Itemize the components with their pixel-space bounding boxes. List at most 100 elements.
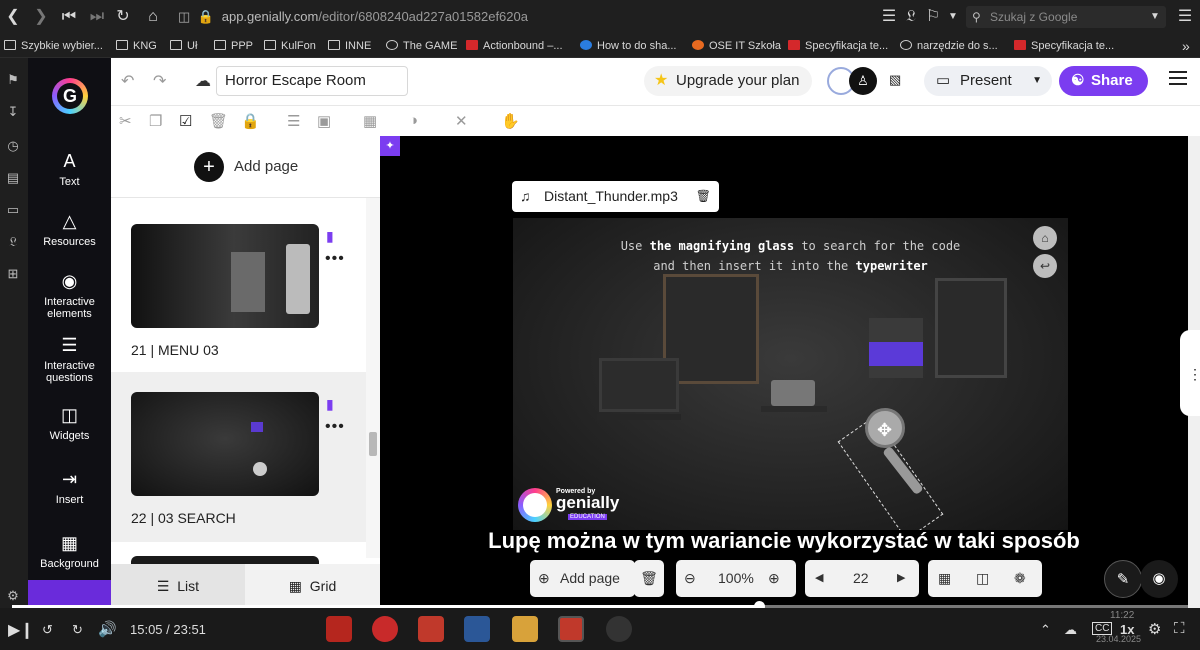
zoom-out-icon[interactable]: ⊖ [684,560,696,597]
sidebar-item-background[interactable]: ▦ Background [28,532,111,570]
bookmark-panel-icon[interactable]: ⚑ [5,72,21,88]
forward-10-icon[interactable]: ↻ [72,622,83,638]
grid-guides-icon[interactable]: ▦ [938,560,951,597]
filter-icon[interactable]: ◑ [409,112,418,129]
trash-icon[interactable]: 🗑 [696,181,711,212]
delete-page-button[interactable]: 🗑 [634,560,664,597]
obs-app-icon[interactable] [606,616,632,642]
address-bar[interactable]: ◫ 🔒 app.genially.com/editor/6808240ad227… [178,6,958,28]
media-app-icon[interactable] [372,616,398,642]
typewriter[interactable] [771,380,815,406]
palette-icon[interactable]: ❁ [1014,560,1026,597]
paste-icon[interactable]: ☑ [179,112,192,130]
bookmark-item[interactable]: How to do sha... [580,37,677,55]
next-page-icon[interactable]: ▶ [897,560,905,597]
dropdown-icon[interactable]: ▼ [942,6,964,28]
skip-back-icon[interactable]: ⏮ [58,6,80,28]
lock-icon[interactable]: 🔒 [241,112,260,130]
download-icon[interactable]: ↧ [5,104,21,120]
word-app-icon[interactable] [464,616,490,642]
bookmark-item[interactable]: PPP [214,37,253,55]
exit-icon[interactable]: ↩ [1033,254,1057,278]
columns-icon[interactable]: ◫ [976,560,989,597]
bookmark-item[interactable]: Specyfikacja te... [788,37,888,55]
sidebar-item-interactive-questions[interactable]: ☰ Interactive questions [28,334,111,384]
bookmark-item[interactable]: OSE IT Szkoła [692,37,781,55]
forward-icon[interactable]: ❯ [30,6,52,28]
search-input[interactable]: ⚲ Szukaj z Google [966,6,1166,28]
hand-icon[interactable]: ✋ [501,112,520,130]
side-panel-handle[interactable]: ⋮ [1180,330,1200,416]
eyedropper-icon[interactable]: ✕ [455,112,468,130]
home-icon[interactable]: ⌂ [142,6,164,28]
playback-speed[interactable]: 1x [1120,622,1134,637]
menu-icon[interactable]: ☰ [1174,6,1196,28]
bookmark-item[interactable]: The GAME [386,37,457,55]
page-item[interactable]: ▮ ••• 21 | MENU 03 [111,198,367,372]
grid-view-button[interactable]: ▦ Grid [245,564,380,608]
layers-icon[interactable]: ☰ [287,112,300,130]
reader-icon[interactable]: ☰ [878,6,900,28]
canvas[interactable]: ✦ ♫ Distant_Thunder.mp3 🗑 Use the magnif… [380,136,1188,608]
folder-app-icon[interactable] [512,616,538,642]
bookmark-item[interactable]: Uł [170,37,197,55]
add-page-button[interactable]: + Add page [111,136,380,198]
preview-eye-icon[interactable]: ◉ [1140,560,1178,598]
page-settings-icon[interactable]: ▮ [326,228,334,245]
present-button[interactable]: ▭ Present ▼ [924,66,1052,96]
notes-icon[interactable]: ▤ [5,170,21,186]
translate-icon[interactable]: 𝔏 [900,6,922,28]
audio-file-chip[interactable]: ♫ Distant_Thunder.mp3 🗑 [512,181,719,212]
sidebar-item-widgets[interactable]: ◫ Widgets [28,404,111,442]
home-icon[interactable]: ⌂ [1033,226,1057,250]
bookmark-item[interactable]: Szybkie wybier... [4,37,103,55]
project-title-input[interactable]: Horror Escape Room [216,66,408,96]
bookmark-icon[interactable]: ⚐ [922,6,944,28]
volume-icon[interactable]: 🔊 [98,620,117,638]
stats-icon[interactable]: ▧ [889,72,901,88]
settings-icon[interactable]: ⚙ [1148,620,1161,638]
sidebar-item-resources[interactable]: △ Resources [28,210,111,248]
fullscreen-icon[interactable]: ⛶ [1174,620,1185,637]
bookmark-item[interactable]: Actionbound –... [466,37,563,55]
browser-app-icon[interactable] [418,616,444,642]
share-button[interactable]: ☯ Share [1059,66,1148,96]
add-panel-icon[interactable]: ⊞ [5,266,21,282]
transparency-icon[interactable]: ▦ [363,112,377,130]
sidebar-item-insert[interactable]: ⇥ Insert [28,468,111,506]
pdf-app-icon[interactable] [326,616,352,642]
page-item-selected[interactable]: ▮ ••• 22 | 03 SEARCH [111,372,367,542]
bookmark-item[interactable]: Specyfikacja te... [1014,37,1114,55]
back-icon[interactable]: ❮ [2,6,24,28]
sidebar-item-text[interactable]: A Text [28,150,111,188]
pin-icon[interactable]: ✦ [380,136,400,156]
list-view-button[interactable]: ☰ List [111,564,245,608]
delete-icon[interactable]: 🗑 [209,112,228,130]
edit-icon[interactable]: ✎ [1104,560,1142,598]
upgrade-button[interactable]: ★ Upgrade your plan [644,66,812,96]
group-icon[interactable]: ▣ [317,112,331,130]
search-dropdown-icon[interactable]: ▼ [1144,6,1166,28]
add-collaborator-icon[interactable]: ♙ [849,67,877,95]
slide-instruction[interactable]: Use the magnifying glass to search for t… [513,236,1068,276]
prev-page-icon[interactable]: ◀ [815,560,823,597]
bookmark-item[interactable]: narzędzie do s... [900,37,998,55]
bookmark-item[interactable]: INNE [328,37,371,55]
more-bookmarks-icon[interactable]: » [1182,37,1190,55]
page-settings-icon[interactable]: ▮ [326,396,334,413]
zoom-in-icon[interactable]: ⊕ [768,560,780,597]
sidebar-item-interactive-elements[interactable]: ◉ Interactive elements [28,270,111,320]
play-icon[interactable]: ▶❙ [8,620,34,640]
rewind-10-icon[interactable]: ↺ [42,622,53,638]
menu-icon[interactable] [1169,71,1187,87]
add-page-bottom-button[interactable]: ⊕ Add page [530,560,635,597]
bookmark-item[interactable]: KulFon [264,37,316,55]
page-thumbnail[interactable] [131,392,319,496]
skip-forward-icon[interactable]: ⏭ [86,6,108,28]
page-item[interactable] [111,542,367,564]
settings-small-icon[interactable]: ⚙ [5,588,21,604]
page-thumbnail[interactable] [131,556,319,564]
more-options-icon[interactable]: ••• [325,418,345,436]
cut-icon[interactable]: ✂ [119,112,132,130]
undo-icon[interactable]: ↶ [121,71,134,91]
